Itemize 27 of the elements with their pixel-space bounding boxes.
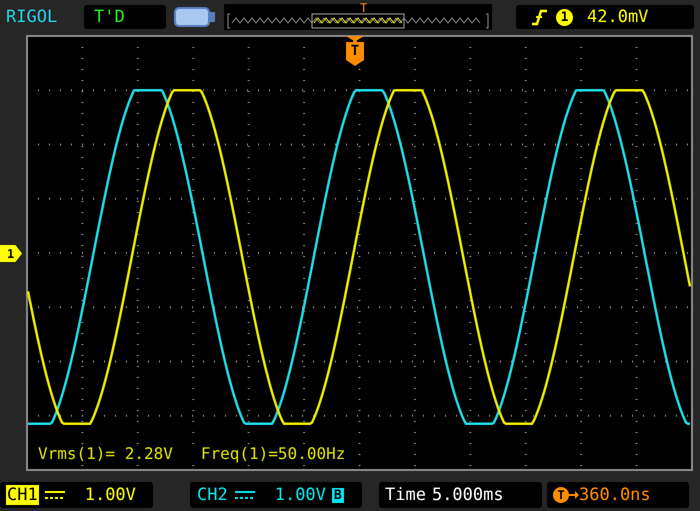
brand-label: RIGOL bbox=[6, 7, 58, 27]
trigger-offset-value: 360.0ns bbox=[579, 485, 651, 505]
dc-coupling-icon bbox=[234, 491, 255, 499]
trigger-panel[interactable]: 1 42.0mV bbox=[516, 5, 694, 29]
channel-scale: 1.00V bbox=[274, 485, 326, 505]
battery-icon bbox=[174, 7, 216, 27]
trigger-offset-panel[interactable]: T 360.0ns bbox=[547, 482, 689, 508]
timebase-panel[interactable]: Time 5.000ms bbox=[379, 482, 542, 508]
rising-edge-icon bbox=[530, 8, 548, 26]
channel-scale-panel[interactable]: CH1 1.00V bbox=[0, 482, 153, 508]
arrow-icon bbox=[569, 490, 579, 500]
dc-coupling-icon bbox=[44, 491, 65, 499]
channel-scale-panel[interactable]: CH2 1.00V B bbox=[190, 482, 362, 508]
timebase-label: Time bbox=[385, 485, 426, 505]
measurement-readout: Vrms(1)= 2.28V bbox=[38, 444, 173, 463]
ch1-marker: 1 bbox=[0, 245, 22, 262]
trigger-source-badge: 1 bbox=[556, 8, 573, 26]
trigger-level: 42.0mV bbox=[587, 7, 648, 27]
trigger-badge: T bbox=[553, 487, 569, 503]
trigger-position-marker: T bbox=[360, 1, 368, 15]
channel-label: CH1 bbox=[6, 485, 39, 505]
channel-scale: 1.00V bbox=[84, 485, 136, 505]
timebase-value: 5.000ms bbox=[432, 485, 504, 505]
bandwidth-limit-badge: B bbox=[332, 488, 344, 502]
run-status: T'D bbox=[84, 5, 166, 29]
measurement-readout: Freq(1)=50.00Hz bbox=[200, 444, 346, 463]
channel-label: CH2 bbox=[196, 485, 229, 505]
